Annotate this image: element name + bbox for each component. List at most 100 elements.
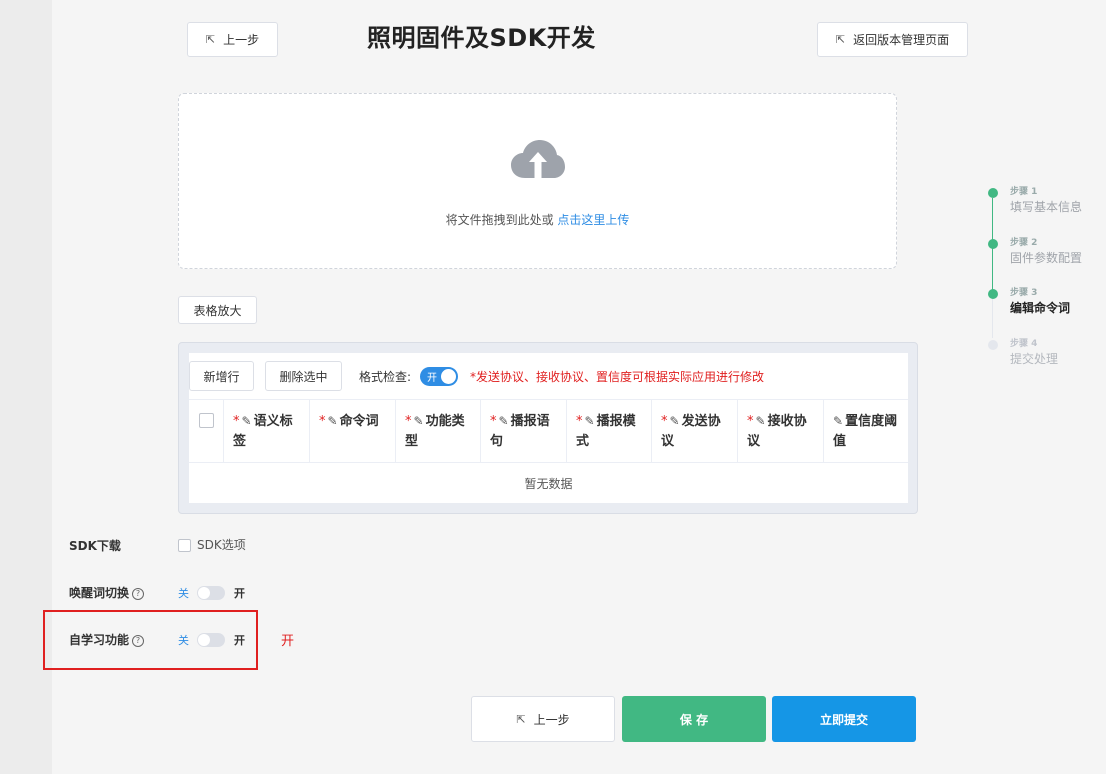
- command-table-card: 新增行 删除选中 格式检查: 开 *发送协议、接收协议、置信度可根据实际应用进行…: [178, 342, 918, 514]
- select-all-column: [189, 400, 224, 462]
- delete-selected-label: 删除选中: [279, 369, 328, 384]
- edit-icon: ✎: [584, 414, 595, 428]
- table-hint: *发送协议、接收协议、置信度可根据实际应用进行修改: [470, 370, 765, 384]
- switch-on-text: 开: [427, 373, 437, 384]
- table-empty-text: 暂无数据: [524, 477, 573, 491]
- sdk-option-checkbox[interactable]: [178, 539, 191, 552]
- self-learn-label: 自学习功能?: [69, 631, 145, 648]
- wake-switch-on-label: 开: [234, 587, 245, 600]
- column-header: * ✎ 语义标签: [224, 400, 310, 462]
- prev-step-label: 上一步: [223, 33, 260, 47]
- arrow-up-left-icon: ⇱: [516, 712, 526, 726]
- step-label: 编辑命令词: [1010, 301, 1071, 315]
- wake-word-text: 唤醒词切换: [69, 586, 130, 600]
- wake-switch-off-label: 关: [178, 587, 189, 600]
- question-icon[interactable]: ?: [132, 588, 145, 600]
- wake-word-switch[interactable]: [197, 586, 225, 600]
- switch-knob: [198, 634, 210, 646]
- column-header: * ✎ 发送协议: [652, 400, 738, 462]
- back-to-version-label: 返回版本管理页面: [853, 33, 950, 47]
- switch-knob: [198, 587, 210, 599]
- column-title-cont: 议: [747, 434, 761, 449]
- column-title: 命令词: [339, 414, 379, 429]
- format-check-label: 格式检查:: [359, 370, 412, 384]
- column-title-cont: 议: [661, 434, 675, 449]
- arrow-up-left-icon: ⇱: [835, 33, 846, 46]
- page-title: 照明固件及SDK开发: [367, 24, 596, 52]
- submit-button[interactable]: 立即提交: [772, 696, 916, 742]
- column-header: * ✎ 播报模式: [567, 400, 652, 462]
- column-title: 语义标: [253, 414, 293, 429]
- save-button[interactable]: 保 存: [622, 696, 766, 742]
- upload-dropzone[interactable]: 将文件拖拽到此处或 点击这里上传: [178, 93, 897, 269]
- select-all-checkbox[interactable]: [199, 413, 214, 428]
- edit-icon: ✎: [241, 414, 252, 428]
- annotation-text: 开: [281, 634, 295, 649]
- column-title-cont: 型: [405, 434, 419, 449]
- column-header: ✎ 置信度阈值: [824, 400, 908, 462]
- delete-selected-button[interactable]: 删除选中: [265, 361, 342, 391]
- add-row-button[interactable]: 新增行: [189, 361, 254, 391]
- enlarge-table-button[interactable]: 表格放大: [178, 296, 257, 324]
- step-number: 步骤 1: [1010, 187, 1038, 197]
- self-learn-switch-off-label: 关: [178, 634, 189, 647]
- arrow-up-left-icon: ⇱: [205, 33, 216, 46]
- prev-step-button-top[interactable]: ⇱ 上一步: [187, 22, 278, 57]
- sdk-option-label: SDK选项: [197, 538, 246, 552]
- column-title: 功能类: [425, 414, 465, 429]
- column-title-cont: 签: [233, 434, 247, 449]
- edit-icon: ✎: [755, 414, 766, 428]
- column-header: * ✎ 功能类型: [396, 400, 481, 462]
- edit-icon: ✎: [669, 414, 680, 428]
- column-title: 发送协: [681, 414, 721, 429]
- add-row-label: 新增行: [203, 369, 240, 384]
- self-learn-switch[interactable]: [197, 633, 225, 647]
- step-label: 填写基本信息: [1010, 200, 1083, 214]
- required-marker: *: [319, 414, 326, 429]
- column-title: 播报语: [510, 414, 550, 429]
- step-label: 提交处理: [1010, 352, 1059, 366]
- self-learn-text: 自学习功能: [69, 633, 130, 647]
- required-marker: *: [661, 414, 668, 429]
- prev-step-button-bottom[interactable]: ⇱ 上一步: [471, 696, 615, 742]
- step-number: 步骤 3: [1010, 288, 1038, 298]
- format-check-switch[interactable]: 开: [420, 367, 458, 386]
- edit-icon: ✎: [498, 414, 509, 428]
- required-marker: *: [233, 414, 240, 429]
- table-header: * ✎ 语义标签 * ✎ 命令词 * ✎ 功能类型 * ✎ 播报语句 * ✎ 播报模式 * ✎ 发送协议…: [189, 399, 908, 463]
- column-title: 置信度阈: [845, 414, 898, 429]
- column-header: * ✎ 接收协议: [738, 400, 824, 462]
- cloud-upload-icon: [511, 140, 565, 178]
- upload-text: 将文件拖拽到此处或: [445, 213, 558, 227]
- save-label: 保 存: [679, 712, 709, 727]
- column-title-cont: 值: [833, 434, 847, 449]
- sdk-download-label: SDK下载: [69, 539, 121, 553]
- step-dot: [988, 289, 998, 299]
- prev-step-label: 上一步: [533, 712, 570, 727]
- edit-icon: ✎: [833, 414, 844, 428]
- required-marker: *: [576, 414, 583, 429]
- column-title: 接收协: [767, 414, 807, 429]
- submit-label: 立即提交: [819, 712, 868, 727]
- required-marker: *: [405, 414, 412, 429]
- question-icon[interactable]: ?: [132, 635, 145, 647]
- self-learn-switch-on-label: 开: [234, 634, 245, 647]
- upload-link[interactable]: 点击这里上传: [557, 213, 629, 227]
- column-title: 播报模: [596, 414, 636, 429]
- step-number: 步骤 2: [1010, 238, 1038, 248]
- required-marker: *: [490, 414, 497, 429]
- step-number: 步骤 4: [1010, 339, 1038, 349]
- step-dot: [988, 340, 998, 350]
- column-title-cont: 式: [576, 434, 590, 449]
- edit-icon: ✎: [327, 414, 338, 428]
- switch-knob: [441, 369, 456, 384]
- enlarge-table-label: 表格放大: [193, 303, 242, 318]
- step-label: 固件参数配置: [1010, 251, 1083, 265]
- upload-instructions: 将文件拖拽到此处或 点击这里上传: [179, 211, 896, 228]
- required-marker: *: [747, 414, 754, 429]
- column-header: * ✎ 播报语句: [481, 400, 567, 462]
- wake-word-label: 唤醒词切换?: [69, 584, 145, 601]
- column-title-cont: 句: [490, 434, 504, 449]
- command-table: 新增行 删除选中 格式检查: 开 *发送协议、接收协议、置信度可根据实际应用进行…: [189, 353, 908, 503]
- back-to-version-button[interactable]: ⇱ 返回版本管理页面: [817, 22, 968, 57]
